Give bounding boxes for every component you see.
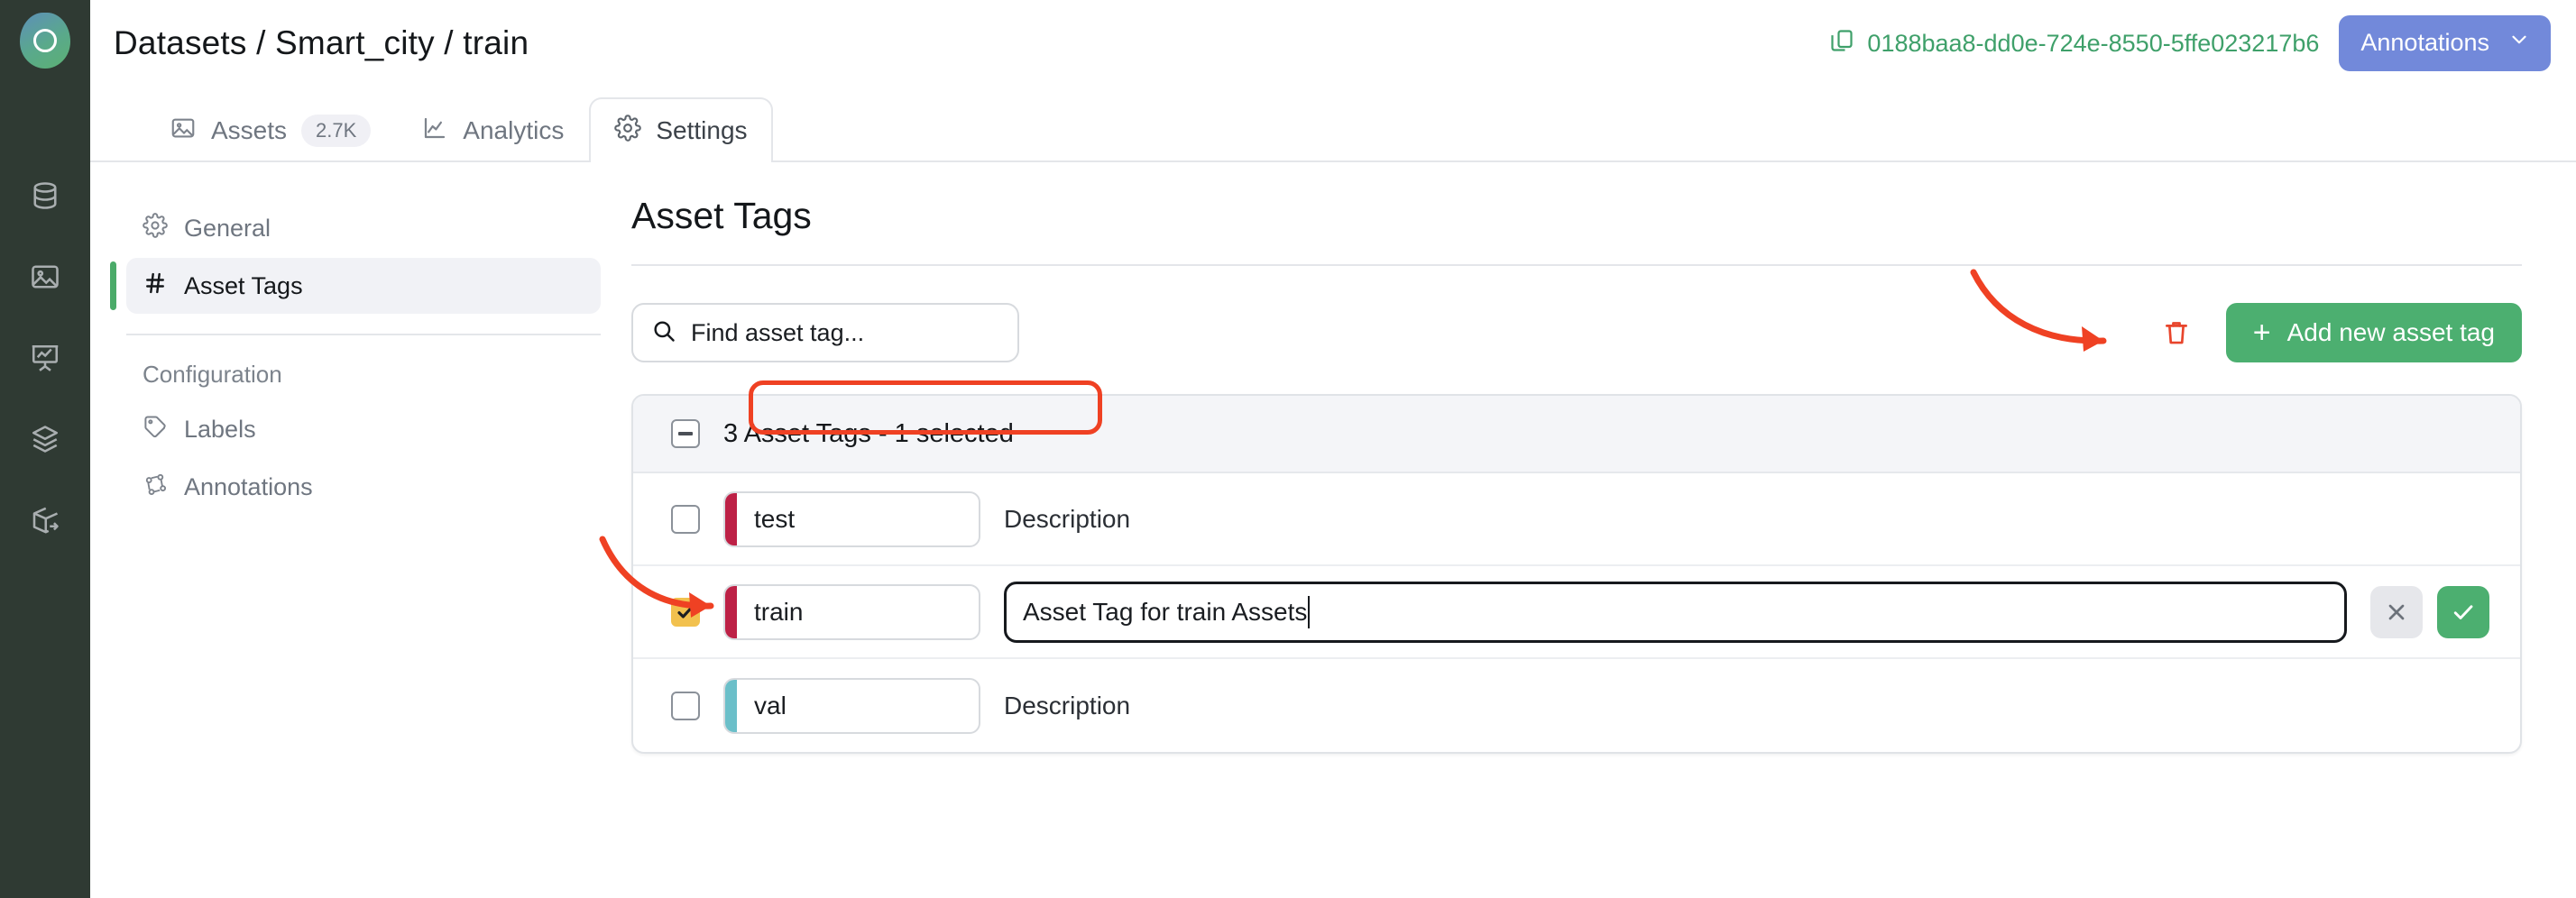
settings-body: General Asset Tags Configuration <box>90 162 2576 898</box>
tag-icon <box>143 414 168 445</box>
asset-tags-panel: Asset Tags Find asset tag... <box>631 162 2576 898</box>
copy-icon[interactable] <box>1829 28 1854 60</box>
main-area: Datasets / Smart_city / train 0188baa8-d… <box>90 0 2576 898</box>
table-row: train Asset Tag for train Assets <box>633 566 2520 659</box>
topbar-right-group: 0188baa8-dd0e-724e-8550-5ffe023217b6 Ann… <box>1829 15 2551 71</box>
subnav-item-general-label: General <box>184 215 271 243</box>
table-row: test Description <box>633 473 2520 566</box>
tag-name-field-test[interactable]: test <box>723 491 980 547</box>
tag-color-swatch <box>725 493 737 545</box>
app-logo[interactable] <box>20 13 70 69</box>
tag-description-value: Asset Tag for train Assets <box>1023 598 1307 627</box>
database-icon <box>29 179 61 212</box>
subnav-item-annotations-label: Annotations <box>184 473 313 501</box>
presentation-chart-icon <box>29 342 61 374</box>
image-icon <box>170 115 197 148</box>
row-checkbox-val[interactable] <box>671 692 700 720</box>
image-icon <box>29 261 61 293</box>
select-all-checkbox[interactable] <box>671 419 700 448</box>
tag-color-swatch <box>725 586 737 638</box>
tab-analytics[interactable]: Analytics <box>396 97 589 162</box>
table-header-row: 3 Asset Tags - 1 selected <box>633 396 2520 473</box>
dataset-uuid-text: 0188baa8-dd0e-724e-8550-5ffe023217b6 <box>1867 30 2319 58</box>
settings-subnav: General Asset Tags Configuration <box>90 162 631 898</box>
gear-icon <box>614 115 641 148</box>
tab-settings[interactable]: Settings <box>589 97 772 162</box>
tag-name-value: val <box>737 692 787 720</box>
tab-assets[interactable]: Assets 2.7K <box>144 97 396 162</box>
tag-description-test[interactable]: Description <box>1004 505 1130 534</box>
checkmark-icon <box>675 601 696 623</box>
tab-assets-label: Assets <box>211 116 287 145</box>
tab-assets-badge: 2.7K <box>301 115 371 147</box>
row-edit-actions <box>2370 586 2520 638</box>
hash-icon <box>143 270 168 302</box>
logo-ring <box>33 29 57 52</box>
table-row: val Description <box>633 659 2520 752</box>
rail-item-deployments[interactable] <box>0 480 90 561</box>
delete-selected-button[interactable] <box>2157 314 2195 352</box>
rail-item-assets[interactable] <box>0 236 90 317</box>
search-input[interactable]: Find asset tag... <box>631 303 1019 362</box>
tag-description-input-train[interactable]: Asset Tag for train Assets <box>1004 582 2347 643</box>
subnav-item-labels-label: Labels <box>184 416 256 444</box>
search-input-text: Find asset tag... <box>691 319 864 347</box>
close-icon <box>2384 600 2409 625</box>
tag-name-value: test <box>737 505 795 534</box>
search-icon <box>651 318 676 348</box>
subnav-item-labels[interactable]: Labels <box>126 401 601 457</box>
row-checkbox-train[interactable] <box>671 598 700 627</box>
annotations-dropdown-button[interactable]: Annotations <box>2339 15 2551 71</box>
left-rail <box>0 0 90 898</box>
subnav-item-asset-tags-label: Asset Tags <box>184 272 303 300</box>
subnav-item-annotations[interactable]: Annotations <box>126 459 601 515</box>
row-checkbox-test[interactable] <box>671 505 700 534</box>
gear-icon <box>143 213 168 244</box>
rail-item-datasets[interactable] <box>0 155 90 236</box>
annotations-button-label: Annotations <box>2360 29 2489 57</box>
tab-settings-label: Settings <box>656 116 747 145</box>
breadcrumb: Datasets / Smart_city / train <box>114 24 529 62</box>
app-root: Datasets / Smart_city / train 0188baa8-d… <box>0 0 2576 898</box>
tag-color-swatch <box>725 680 737 732</box>
topbar: Datasets / Smart_city / train 0188baa8-d… <box>90 0 2576 87</box>
add-new-asset-tag-button[interactable]: + Add new asset tag <box>2226 303 2522 362</box>
tab-analytics-label: Analytics <box>463 116 564 145</box>
asset-tags-toolbar: Find asset tag... <box>631 300 2522 365</box>
tag-name-field-val[interactable]: val <box>723 678 980 734</box>
dataset-uuid-copy[interactable]: 0188baa8-dd0e-724e-8550-5ffe023217b6 <box>1829 28 2319 60</box>
selection-summary: 3 Asset Tags - 1 selected <box>723 419 1014 449</box>
text-caret <box>1308 596 1310 628</box>
layers-icon <box>29 423 61 455</box>
confirm-edit-button[interactable] <box>2437 586 2489 638</box>
tag-description-val[interactable]: Description <box>1004 692 1130 720</box>
plus-icon: + <box>2253 317 2271 348</box>
page-title: Asset Tags <box>631 195 2522 237</box>
line-chart-icon <box>421 115 448 148</box>
indeterminate-bar <box>678 432 693 435</box>
box-export-icon <box>29 504 61 536</box>
rail-item-analytics[interactable] <box>0 317 90 399</box>
chevron-down-icon <box>2507 28 2531 58</box>
tab-strip: Assets 2.7K Analytics <box>90 87 2576 162</box>
title-divider <box>631 264 2522 266</box>
subnav-section-heading: Configuration <box>126 335 601 401</box>
toolbar-right-group: + Add new asset tag <box>2157 303 2522 362</box>
subnav-item-asset-tags[interactable]: Asset Tags <box>126 258 601 314</box>
cancel-edit-button[interactable] <box>2370 586 2423 638</box>
trash-icon <box>2161 337 2192 351</box>
add-new-asset-tag-label: Add new asset tag <box>2287 318 2495 347</box>
asset-tags-table: 3 Asset Tags - 1 selected test Descripti… <box>631 394 2522 754</box>
tag-name-value: train <box>737 598 803 627</box>
rail-item-models[interactable] <box>0 399 90 480</box>
tag-name-field-train[interactable]: train <box>723 584 980 640</box>
subnav-item-general[interactable]: General <box>126 200 601 256</box>
polygon-nodes-icon <box>143 472 168 503</box>
checkmark-icon <box>2450 599 2477 626</box>
